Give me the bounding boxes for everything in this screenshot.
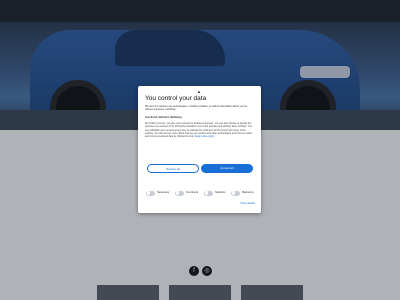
toggle-switch[interactable] [231,190,240,196]
toggle-label: Marketing [242,191,254,194]
toggle-label: Functional [186,191,198,194]
brand-logo-icon: ▲ [197,89,201,94]
show-details-link[interactable]: Show details [240,202,255,205]
dialog-intro: We and our partners use technologies, in… [145,105,248,112]
toggle-label: Necessary [157,191,170,194]
toggle-label: Statistics [215,191,226,194]
accept-all-button[interactable]: Accept all [201,164,253,173]
decline-all-button[interactable]: Decline all [147,164,199,173]
site-header [0,0,400,22]
toggle-switch[interactable] [175,190,184,196]
dialog-details: By clicking 'Accept', you give your cons… [145,122,255,138]
toggle-switch[interactable] [204,190,213,196]
purposes-list: Functional, Statistics, Marketing [145,116,182,119]
cookie-policy-link[interactable]: Read cookie policy [194,135,214,138]
toggle-switch[interactable] [146,190,155,196]
dialog-title: You control your data [145,95,207,102]
consent-toggles: Necessary Functional Statistics Marketin… [146,190,258,196]
cookie-consent-dialog: ▲ You control your data We and our partn… [138,86,261,213]
